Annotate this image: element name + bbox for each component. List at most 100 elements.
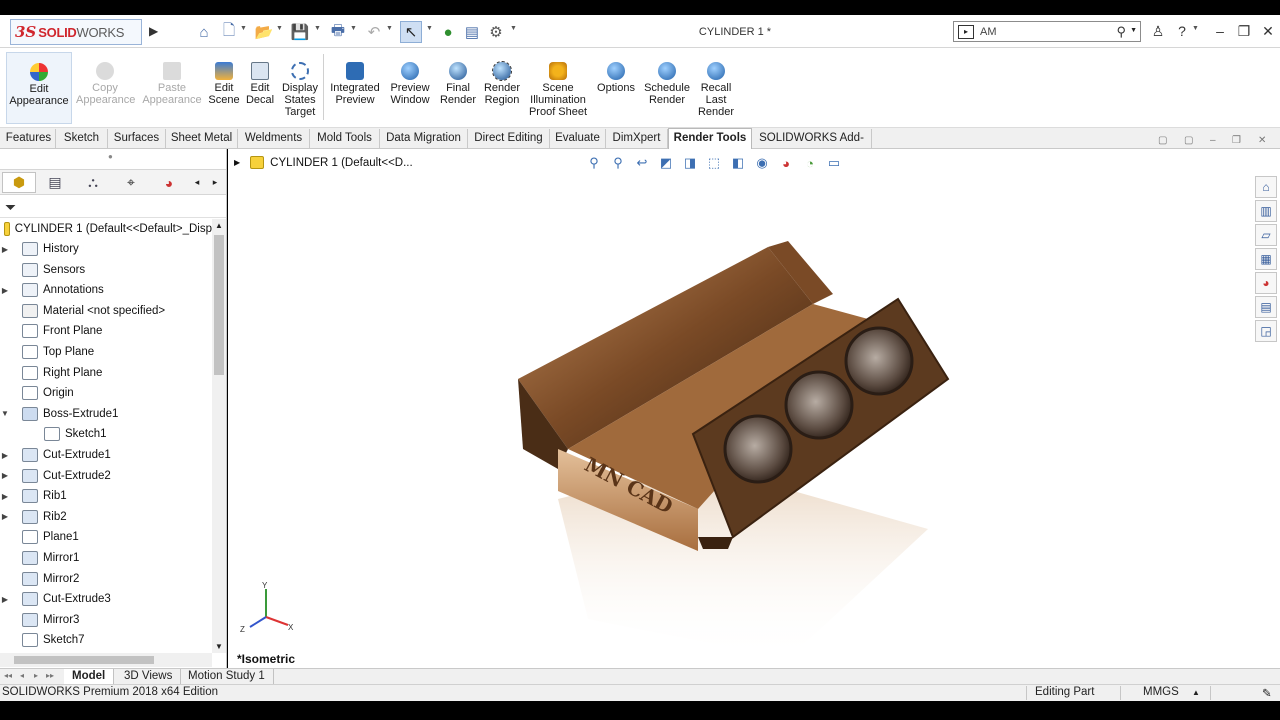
display-states-target-button[interactable]: Display States Target bbox=[280, 52, 320, 118]
scroll-down-icon[interactable]: ▼ bbox=[215, 642, 223, 651]
tab-data-migration[interactable]: Data Migration bbox=[380, 129, 468, 148]
dimxpert-manager-tab-icon[interactable]: ⌖ bbox=[114, 172, 148, 193]
help-icon[interactable]: ? bbox=[1172, 23, 1192, 39]
tree-item[interactable]: Sketch7 bbox=[0, 630, 212, 650]
edit-decal-button[interactable]: Edit Decal bbox=[244, 52, 276, 106]
final-render-button[interactable]: Final Render bbox=[438, 52, 478, 106]
tree-item[interactable]: ▼ Boss-Extrude1 bbox=[0, 404, 212, 424]
expand-arrow-icon[interactable]: ▶ bbox=[0, 286, 10, 295]
open-dropdown-icon[interactable]: ▼ bbox=[276, 25, 283, 32]
tree-item[interactable]: Sensors bbox=[0, 260, 212, 280]
search-input[interactable] bbox=[980, 25, 1100, 38]
tab-sketch[interactable]: Sketch bbox=[56, 129, 108, 148]
property-manager-tab-icon[interactable]: ▤ bbox=[38, 172, 72, 193]
new-dropdown-icon[interactable]: ▼ bbox=[240, 25, 247, 32]
print-dropdown-icon[interactable]: ▼ bbox=[350, 25, 357, 32]
close-icon[interactable]: ✕ bbox=[1258, 23, 1278, 40]
graphics-area[interactable]: ▶ CYLINDER 1 (Default<<D... ⚲ ⚲ ↩ ◩ ◨ ⬚ … bbox=[228, 149, 1280, 668]
solidworks-resources-icon[interactable]: ⌂ bbox=[1255, 176, 1277, 198]
first-tab-icon[interactable]: ◂◂ bbox=[4, 671, 12, 680]
filter-icon[interactable]: ⏷ bbox=[5, 199, 16, 216]
select-cursor-icon[interactable]: ↖ bbox=[400, 21, 422, 43]
user-icon[interactable]: ♙ bbox=[1148, 23, 1168, 40]
feature-manager-tab-icon[interactable]: ⬢ bbox=[2, 172, 36, 193]
next-tab-icon[interactable]: ▸ bbox=[34, 671, 38, 680]
new-document-icon[interactable]: 🗋 bbox=[220, 21, 238, 43]
tree-item[interactable]: ▶ History bbox=[0, 239, 212, 259]
tree-filter-bar[interactable]: ⏷ bbox=[0, 196, 226, 218]
tab-sheet-metal[interactable]: Sheet Metal bbox=[166, 129, 238, 148]
tab-model[interactable]: Model bbox=[64, 669, 115, 684]
tab-render-tools[interactable]: Render Tools bbox=[668, 128, 752, 149]
options-button[interactable]: Options bbox=[594, 52, 638, 94]
design-library-icon[interactable]: ▥ bbox=[1255, 200, 1277, 222]
tree-item[interactable]: ▶ Cut-Extrude1 bbox=[0, 445, 212, 465]
viewport-restore-icon[interactable]: ❐ bbox=[1232, 135, 1241, 146]
tree-item[interactable]: ▶ Annotations bbox=[0, 280, 212, 300]
expand-arrow-icon[interactable]: ▶ bbox=[0, 471, 10, 480]
tree-item[interactable]: Origin bbox=[0, 383, 212, 403]
tree-item[interactable]: Right Plane bbox=[0, 363, 212, 383]
expand-arrow-icon[interactable]: ▶ bbox=[0, 595, 10, 604]
tab-evaluate[interactable]: Evaluate bbox=[550, 129, 606, 148]
hscroll-thumb[interactable] bbox=[14, 656, 154, 664]
custom-properties-icon[interactable]: ▤ bbox=[1255, 296, 1277, 318]
expand-arrow-icon[interactable]: ▶ bbox=[0, 492, 10, 501]
options-gear-icon[interactable]: ⚙ bbox=[486, 21, 506, 43]
tree-vertical-scrollbar[interactable]: ▲ ▼ bbox=[212, 219, 226, 653]
tree-item[interactable]: Mirror2 bbox=[0, 569, 212, 589]
tree-item[interactable]: ▶ Rib1 bbox=[0, 486, 212, 506]
save-dropdown-icon[interactable]: ▼ bbox=[314, 25, 321, 32]
tab-mold-tools[interactable]: Mold Tools bbox=[310, 129, 380, 148]
tab-surfaces[interactable]: Surfaces bbox=[108, 129, 166, 148]
print-icon[interactable]: 🖶 bbox=[328, 21, 348, 43]
configuration-manager-tab-icon[interactable]: ⛬ bbox=[76, 172, 110, 193]
tabs-scroll-right-icon[interactable]: ▸ bbox=[208, 172, 222, 193]
integrated-preview-button[interactable]: Integrated Preview bbox=[328, 52, 382, 106]
tree-item[interactable]: Sketch1 bbox=[0, 424, 212, 444]
minimize-icon[interactable]: – bbox=[1210, 23, 1230, 39]
panel-grip-icon[interactable]: ● bbox=[108, 152, 113, 161]
command-search-icon[interactable]: ▸ bbox=[958, 24, 974, 39]
select-dropdown-icon[interactable]: ▼ bbox=[426, 25, 433, 32]
undo-dropdown-icon[interactable]: ▼ bbox=[386, 25, 393, 32]
tree-root[interactable]: CYLINDER 1 (Default<<Default>_Disp bbox=[0, 219, 212, 239]
viewport-minimize-icon[interactable]: – bbox=[1210, 135, 1216, 146]
tab-weldments[interactable]: Weldments bbox=[238, 129, 310, 148]
render-region-button[interactable]: Render Region bbox=[482, 52, 522, 106]
tab-direct-editing[interactable]: Direct Editing bbox=[468, 129, 550, 148]
view-palette-icon[interactable]: ▦ bbox=[1255, 248, 1277, 270]
help-dropdown-icon[interactable]: ▼ bbox=[1192, 25, 1199, 32]
expand-arrow-icon[interactable]: ▶ bbox=[0, 451, 10, 460]
restore-icon[interactable]: ❐ bbox=[1234, 23, 1254, 40]
expand-arrow-icon[interactable]: ▼ bbox=[0, 409, 10, 418]
display-manager-tab-icon[interactable]: ◕ bbox=[152, 172, 186, 193]
tree-item[interactable]: ▶ Cut-Extrude2 bbox=[0, 466, 212, 486]
edit-scene-button[interactable]: Edit Scene bbox=[208, 52, 240, 106]
appearances-scenes-icon[interactable]: ◕ bbox=[1255, 272, 1277, 294]
menu-expand-arrow-icon[interactable]: ▶ bbox=[149, 24, 158, 38]
tree-item[interactable]: Front Plane bbox=[0, 321, 212, 341]
copy-appearance-button[interactable]: Copy Appearance bbox=[76, 52, 135, 106]
schedule-render-button[interactable]: Schedule Render bbox=[642, 52, 692, 106]
home-icon[interactable]: ⌂ bbox=[194, 21, 214, 43]
tree-item[interactable]: Mirror1 bbox=[0, 548, 212, 568]
tree-item[interactable]: Material <not specified> bbox=[0, 301, 212, 321]
solidworks-logo[interactable]: 3S SOLIDWORKS bbox=[10, 19, 142, 45]
tab-3d-views[interactable]: 3D Views bbox=[116, 669, 182, 684]
tree-horizontal-scrollbar[interactable] bbox=[0, 653, 212, 667]
expand-arrow-icon[interactable]: ▶ bbox=[0, 512, 10, 521]
forum-icon[interactable]: ◲ bbox=[1255, 320, 1277, 342]
file-explorer-icon[interactable]: ▱ bbox=[1255, 224, 1277, 246]
edit-appearance-button[interactable]: Edit Appearance bbox=[6, 52, 72, 124]
tree-item[interactable]: Top Plane bbox=[0, 342, 212, 362]
search-dropdown-icon[interactable]: ▼ bbox=[1130, 27, 1137, 34]
tree-item[interactable]: ▶ Cut-Extrude3 bbox=[0, 589, 212, 609]
scroll-up-icon[interactable]: ▲ bbox=[215, 221, 223, 230]
open-icon[interactable]: 📂 bbox=[254, 21, 274, 43]
tabs-scroll-left-icon[interactable]: ◂ bbox=[190, 172, 204, 193]
units-selector[interactable]: MMGS bbox=[1143, 686, 1179, 698]
tree-item[interactable]: ▶ Rib2 bbox=[0, 507, 212, 527]
search-box[interactable]: ▸ ⚲ ▼ bbox=[953, 21, 1141, 42]
prev-tab-icon[interactable]: ◂ bbox=[20, 671, 24, 680]
